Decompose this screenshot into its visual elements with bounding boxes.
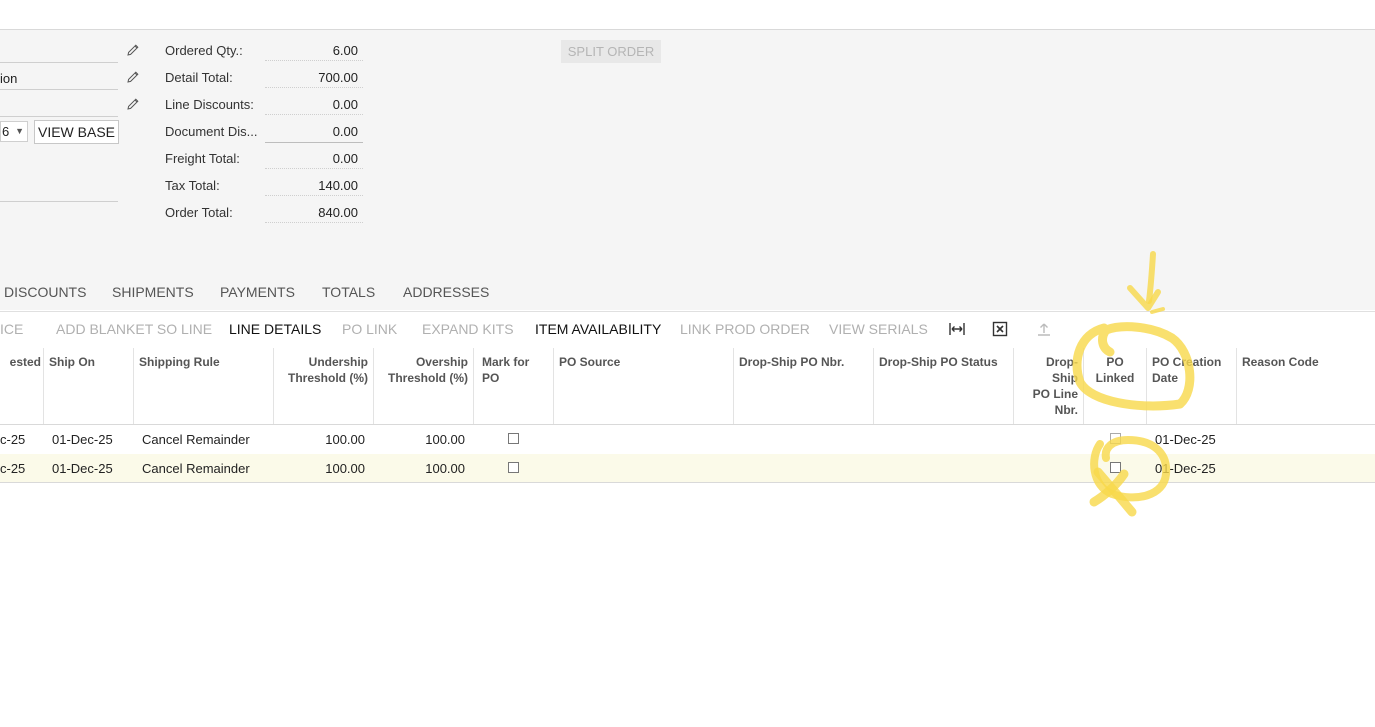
- undership-threshold-cell[interactable]: 100.00: [274, 425, 365, 454]
- column-drop-ship-po-status[interactable]: Drop-Ship PO Status: [874, 348, 1014, 424]
- detail-total-value: 700.00: [265, 70, 363, 88]
- tab-payments[interactable]: PAYMENTS: [220, 284, 295, 300]
- order-total-value: 840.00: [265, 205, 363, 223]
- column-undership-threshold[interactable]: Undership Threshold (%): [274, 348, 374, 424]
- po-linked-checkbox[interactable]: [1110, 462, 1121, 473]
- grid-bottom-border: [0, 482, 1375, 483]
- overship-threshold-cell[interactable]: 100.00: [374, 454, 465, 483]
- po-creation-date-cell[interactable]: 01-Dec-25: [1155, 425, 1216, 454]
- tax-total-value: 140.00: [265, 178, 363, 196]
- toolbar-item-availability-button[interactable]: ITEM AVAILABILITY: [535, 321, 661, 337]
- requested-on-cell[interactable]: c-25: [0, 454, 25, 483]
- document-discounts-label: Document Dis...: [165, 124, 258, 139]
- column-requested-on[interactable]: ested: [0, 348, 44, 424]
- field-2-value[interactable]: ion: [0, 71, 17, 86]
- freight-total-label: Freight Total:: [165, 151, 240, 166]
- tab-totals[interactable]: TOTALS: [322, 284, 375, 300]
- toolbar-add-blanket-so-line-button[interactable]: ADD BLANKET SO LINE: [56, 321, 212, 337]
- column-shipping-rule[interactable]: Shipping Rule: [134, 348, 274, 424]
- toolbar-line-details-button[interactable]: LINE DETAILS: [229, 321, 321, 337]
- view-base-button[interactable]: VIEW BASE: [34, 120, 119, 144]
- edit-field-1-pencil-icon[interactable]: [126, 43, 140, 57]
- column-po-linked[interactable]: PO Linked: [1084, 348, 1147, 424]
- toolbar-invoice-button[interactable]: ICE: [0, 321, 23, 337]
- shipping-rule-cell[interactable]: Cancel Remainder: [142, 454, 250, 483]
- split-order-button[interactable]: SPLIT ORDER: [561, 40, 661, 63]
- chevron-down-icon: ▼: [15, 126, 24, 136]
- tab-shipments[interactable]: SHIPMENTS: [112, 284, 194, 300]
- tab-addresses[interactable]: ADDRESSES: [403, 284, 489, 300]
- table-row[interactable]: c-25 01-Dec-25 Cancel Remainder 100.00 1…: [0, 425, 1375, 454]
- column-drop-ship-po-nbr[interactable]: Drop-Ship PO Nbr.: [734, 348, 874, 424]
- line-discounts-value: 0.00: [265, 97, 363, 115]
- currency-rate-combo[interactable]: 6 ▼: [0, 121, 28, 142]
- order-total-label: Order Total:: [165, 205, 233, 220]
- upload-icon[interactable]: [1035, 320, 1053, 338]
- ship-on-cell[interactable]: 01-Dec-25: [52, 454, 113, 483]
- document-discounts-value[interactable]: 0.00: [265, 124, 363, 143]
- field-2-underline: [0, 89, 118, 90]
- field-1-underline[interactable]: [0, 62, 118, 63]
- ordered-qty-label: Ordered Qty.:: [165, 43, 243, 58]
- top-bar: [0, 0, 1375, 30]
- field-3-underline[interactable]: [0, 116, 118, 117]
- edit-field-2-pencil-icon[interactable]: [126, 70, 140, 84]
- shipping-rule-cell[interactable]: Cancel Remainder: [142, 425, 250, 454]
- edit-field-3-pencil-icon[interactable]: [126, 97, 140, 111]
- po-creation-date-cell[interactable]: 01-Dec-25: [1155, 454, 1216, 483]
- tab-discounts[interactable]: DISCOUNTS: [4, 284, 86, 300]
- column-mark-for-po[interactable]: Mark for PO: [474, 348, 554, 424]
- column-po-source[interactable]: PO Source: [554, 348, 734, 424]
- grid-header: ested Ship On Shipping Rule Undership Th…: [0, 348, 1375, 425]
- undership-threshold-cell[interactable]: 100.00: [274, 454, 365, 483]
- field-5-underline[interactable]: [0, 201, 118, 202]
- combo-value: 6: [2, 124, 10, 139]
- tax-total-label: Tax Total:: [165, 178, 220, 193]
- column-reason-code[interactable]: Reason Code: [1237, 348, 1375, 424]
- mark-for-po-checkbox[interactable]: [508, 462, 519, 473]
- column-po-creation-date[interactable]: PO Creation Date: [1147, 348, 1237, 424]
- toolbar-view-serials-button[interactable]: VIEW SERIALS: [829, 321, 928, 337]
- ordered-qty-value: 6.00: [265, 43, 363, 61]
- po-linked-checkbox[interactable]: [1110, 433, 1121, 444]
- ship-on-cell[interactable]: 01-Dec-25: [52, 425, 113, 454]
- toolbar-link-prod-order-button[interactable]: LINK PROD ORDER: [680, 321, 810, 337]
- toolbar-expand-kits-button[interactable]: EXPAND KITS: [422, 321, 514, 337]
- column-drop-ship-po-line-nbr[interactable]: Drop-Ship PO Line Nbr.: [1014, 348, 1084, 424]
- toolbar-po-link-button[interactable]: PO LINK: [342, 321, 397, 337]
- detail-total-label: Detail Total:: [165, 70, 233, 85]
- requested-on-cell[interactable]: c-25: [0, 425, 25, 454]
- mark-for-po-checkbox[interactable]: [508, 433, 519, 444]
- column-ship-on[interactable]: Ship On: [44, 348, 134, 424]
- overship-threshold-cell[interactable]: 100.00: [374, 425, 465, 454]
- table-row[interactable]: c-25 01-Dec-25 Cancel Remainder 100.00 1…: [0, 454, 1375, 483]
- grid-toolbar: ICE ADD BLANKET SO LINE LINE DETAILS PO …: [0, 311, 1375, 349]
- freight-total-value: 0.00: [265, 151, 363, 169]
- column-overship-threshold[interactable]: Overship Threshold (%): [374, 348, 474, 424]
- export-excel-icon[interactable]: [991, 320, 1009, 338]
- line-discounts-label: Line Discounts:: [165, 97, 254, 112]
- fit-columns-icon[interactable]: [948, 320, 966, 338]
